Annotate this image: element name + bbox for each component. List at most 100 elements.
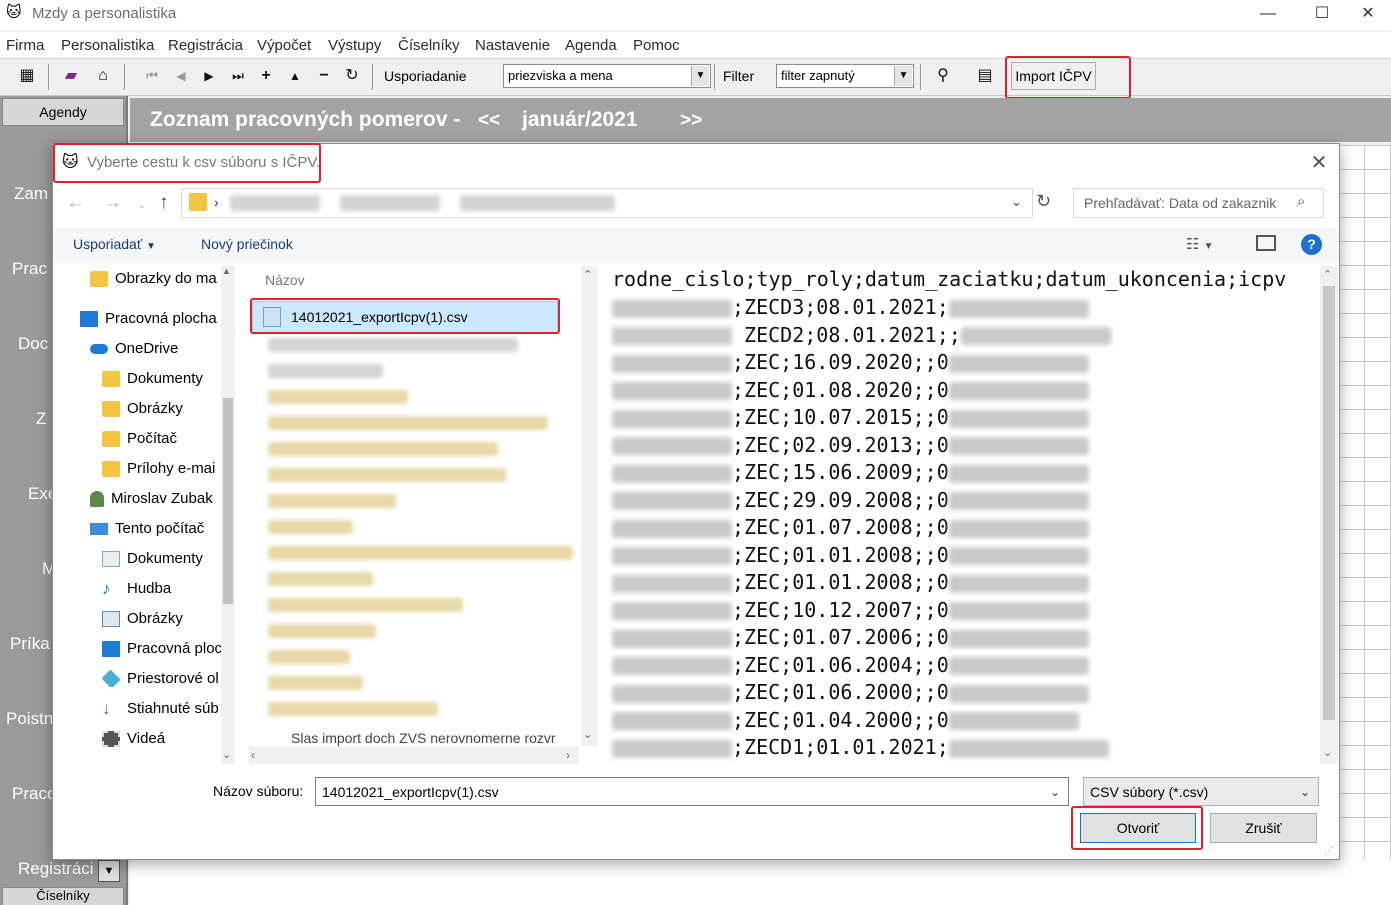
menu-pomoc[interactable]: Pomoc <box>633 37 680 54</box>
records-grid[interactable] <box>1338 145 1391 905</box>
agenda-item-exe[interactable]: Exe <box>0 484 60 504</box>
settings-form-icon[interactable]: ▤ <box>972 64 998 88</box>
help-icon[interactable]: ? <box>1301 234 1322 255</box>
search-input[interactable]: Prehľadávať: Data od zakaznik <box>1073 188 1324 218</box>
file-row[interactable] <box>268 702 438 716</box>
file-row[interactable] <box>268 390 408 404</box>
file-row[interactable] <box>268 572 373 586</box>
panel-scroll-down-icon[interactable]: ▼ <box>98 860 120 882</box>
agenda-item-z[interactable]: Z <box>0 409 60 429</box>
menu-firma[interactable]: Firma <box>6 37 44 54</box>
first-record-icon[interactable]: ⏮ <box>139 64 165 88</box>
file-row[interactable] <box>268 494 396 508</box>
maximize-button[interactable]: ☐ <box>1299 0 1345 28</box>
last-record-icon[interactable]: ⏭ <box>225 64 251 88</box>
prev-month-button[interactable]: << <box>478 110 500 132</box>
recent-chevron-icon[interactable]: ⌄ <box>137 198 146 211</box>
scroll-right-icon[interactable]: › <box>566 748 570 762</box>
binoculars-icon[interactable]: ⚲ <box>930 64 956 88</box>
menu-vypocet[interactable]: Výpočet <box>257 37 311 54</box>
move-up-icon[interactable]: ▲ <box>282 64 308 88</box>
prev-record-icon[interactable]: ◀ <box>168 64 194 88</box>
dialog-close-button[interactable]: ✕ <box>1306 150 1332 176</box>
file-row-partial[interactable]: Slas import doch ZVS nerovnomerne rozvr <box>291 730 571 746</box>
resize-grip-icon[interactable]: ⋰ <box>1324 846 1334 857</box>
column-header-name[interactable]: Názov <box>265 272 305 288</box>
organize-button[interactable]: Usporiadať ▼ <box>73 236 156 252</box>
menu-agenda[interactable]: Agenda <box>565 37 617 54</box>
book-icon[interactable]: ▰ <box>58 64 84 88</box>
file-row[interactable] <box>268 520 353 534</box>
menu-personalistika[interactable]: Personalistika <box>61 37 154 54</box>
tree-item[interactable]: Priestorové ol <box>102 670 238 688</box>
search-icon[interactable]: ⌕ <box>1297 193 1305 210</box>
scroll-down-icon[interactable]: ⌄ <box>222 748 231 761</box>
agenda-item-praco[interactable]: Praco <box>0 784 60 804</box>
agenda-item-m[interactable]: M <box>0 559 60 579</box>
scroll-down-icon[interactable]: ⌄ <box>1323 746 1332 759</box>
file-row[interactable] <box>268 442 498 456</box>
filetype-select[interactable]: CSV súbory (*.csv) <box>1083 777 1319 806</box>
delete-record-icon[interactable]: − <box>311 64 337 88</box>
menu-ciselniky[interactable]: Číselníky <box>398 37 460 54</box>
agenda-item-poistn[interactable]: Poistn <box>0 709 60 729</box>
agenda-item-prac[interactable]: Prac <box>0 259 60 279</box>
tree-item[interactable]: ↓ Stiahnuté súb <box>102 700 238 717</box>
breadcrumb-segment[interactable] <box>340 195 440 211</box>
filter-select[interactable]: filter zapnutý ▼ <box>776 64 914 88</box>
tree-item[interactable]: Počítač <box>102 430 238 448</box>
address-dropdown-icon[interactable]: ⌄ <box>1011 194 1022 210</box>
agenda-item-doc[interactable]: Doc <box>0 334 60 354</box>
next-record-icon[interactable]: ▶ <box>196 64 222 88</box>
tree-item[interactable]: Obrázky <box>102 400 238 418</box>
refresh-icon[interactable]: ↻ <box>1036 191 1051 212</box>
scroll-up-icon[interactable]: ▲ <box>222 266 231 276</box>
minimize-button[interactable]: — <box>1245 0 1291 28</box>
up-arrow-icon[interactable]: ↑ <box>159 192 169 214</box>
back-arrow-icon[interactable]: ← <box>66 192 85 214</box>
agenda-item-zam[interactable]: Zam <box>0 184 60 204</box>
view-options-icon[interactable]: ☷ ▼ <box>1186 235 1214 253</box>
next-month-button[interactable]: >> <box>680 110 702 132</box>
add-record-icon[interactable]: + <box>253 64 279 88</box>
chevron-down-icon[interactable]: ⌄ <box>1050 785 1060 799</box>
cancel-button[interactable]: Zrušiť <box>1210 813 1317 843</box>
tree-item[interactable]: Obrázky <box>102 610 238 628</box>
breadcrumb-segment[interactable] <box>230 195 320 211</box>
menu-registracia[interactable]: Registrácia <box>168 37 243 54</box>
menu-vystupy[interactable]: Výstupy <box>328 37 381 54</box>
agenda-item-prika[interactable]: Príka <box>0 634 60 654</box>
new-folder-button[interactable]: Nový priečinok <box>201 236 293 252</box>
scroll-left-icon[interactable]: ‹ <box>251 748 255 762</box>
calculator-icon[interactable]: ▦ <box>14 64 40 88</box>
filename-input[interactable]: 14012021_exportIcpv(1).csv <box>315 777 1069 806</box>
close-button[interactable]: ✕ <box>1345 0 1391 28</box>
tree-item[interactable]: ♪ Hudba <box>102 580 238 597</box>
home-icon[interactable]: ⌂ <box>90 64 116 88</box>
file-row[interactable] <box>268 416 548 430</box>
tab-ciselniky[interactable]: Číselníky <box>2 887 124 905</box>
chevron-down-icon[interactable]: ⌄ <box>1300 785 1310 799</box>
menu-nastavenie[interactable]: Nastavenie <box>475 37 550 54</box>
scroll-down-icon[interactable]: ⌄ <box>583 728 592 741</box>
sort-select[interactable]: priezviska a mena ▼ <box>503 64 711 88</box>
tree-item[interactable]: Pracovná ploc <box>102 640 238 658</box>
tree-item[interactable]: Pracovná plocha <box>80 310 238 328</box>
horizontal-scrollbar[interactable] <box>249 746 579 764</box>
breadcrumb-segment[interactable] <box>460 195 615 211</box>
file-row[interactable] <box>268 364 383 378</box>
file-row[interactable] <box>268 676 363 690</box>
file-row[interactable] <box>268 598 463 612</box>
breadcrumb-chevron-icon[interactable]: › <box>214 194 219 210</box>
tree-item[interactable]: Dokumenty <box>102 550 238 568</box>
tree-item[interactable]: Prílohy e-mai <box>102 460 238 478</box>
list-scrollbar[interactable] <box>581 266 598 746</box>
scroll-up-icon[interactable]: ⌃ <box>1323 268 1332 281</box>
scroll-up-icon[interactable]: ⌃ <box>583 268 592 281</box>
tab-agendy[interactable]: Agendy <box>2 98 124 126</box>
file-row[interactable] <box>268 468 506 482</box>
file-row[interactable] <box>268 624 376 638</box>
refresh-icon[interactable]: ↻ <box>339 64 365 88</box>
chevron-down-icon[interactable]: ▼ <box>691 66 709 86</box>
preview-scroll-thumb[interactable] <box>1323 286 1335 720</box>
